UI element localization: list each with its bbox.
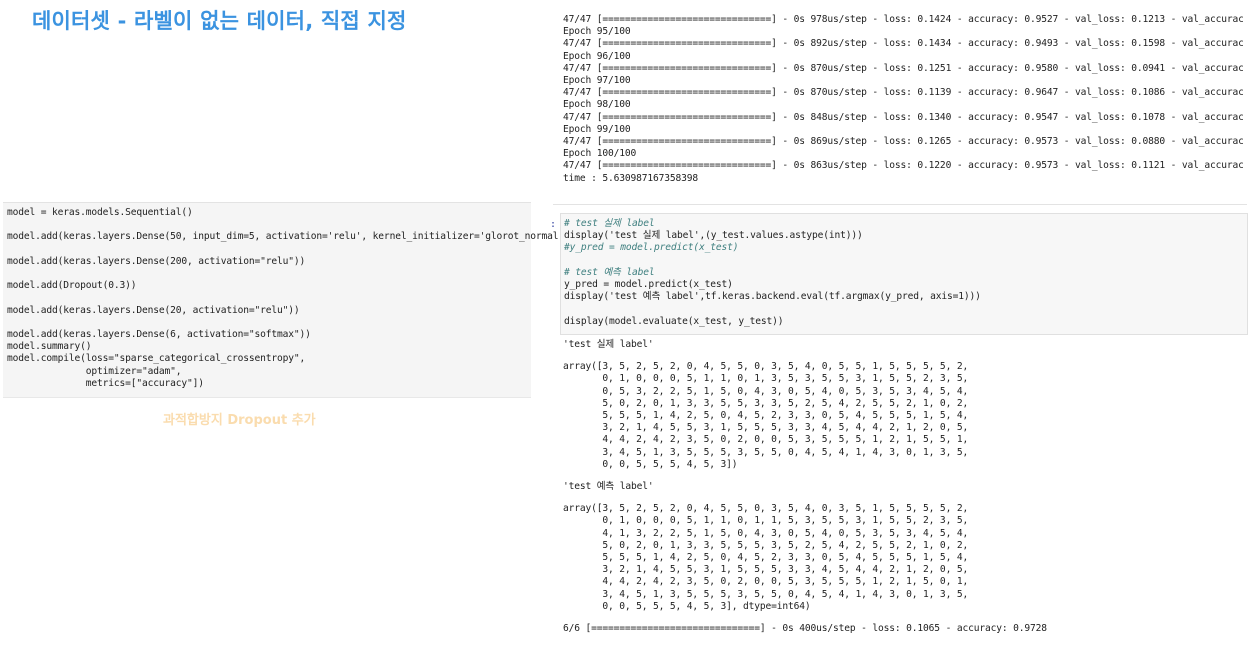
dropout-annotation: 과적합방지 Dropout 추가: [163, 413, 316, 428]
output-line: Epoch 98/100: [563, 99, 631, 111]
output-line: Epoch 96/100: [563, 50, 631, 62]
code-line: model.add(keras.layers.Dense(6, activati…: [7, 329, 311, 341]
code-editor[interactable]: model = keras.models.Sequential() model.…: [7, 207, 575, 390]
code-line: model.add(keras.layers.Dense(200, activa…: [7, 255, 306, 267]
code-line: model.add(keras.layers.Dense(20, activat…: [7, 304, 300, 316]
code-line: model = keras.models.Sequential(): [7, 207, 193, 218]
pred-array-line: 3, 2, 1, 4, 5, 5, 3, 1, 5, 5, 5, 3, 3, 4…: [563, 564, 969, 576]
code-line: model.add(keras.layers.Dense(50, input_d…: [7, 231, 576, 243]
pred-array-line: 4, 4, 2, 4, 2, 3, 5, 0, 2, 0, 0, 5, 3, 5…: [563, 576, 969, 588]
output-line: 47/47 [==============================] -…: [563, 87, 1243, 99]
code-line: model.compile(loss="sparse_categorical_c…: [7, 353, 306, 365]
pred-label-title: 'test 예측 label': [563, 481, 654, 493]
evaluate-output-line: 6/6 [==============================] - 0…: [563, 623, 1047, 635]
output-line: Epoch 99/100: [563, 123, 631, 135]
output-line: 47/47 [==============================] -…: [563, 14, 1243, 25]
actual-label-title: 'test 실제 label': [563, 339, 654, 350]
cell-divider: [553, 204, 1247, 205]
output-line: 47/47 [==============================] -…: [563, 62, 1243, 74]
actual-array-line: 0, 1, 0, 0, 0, 5, 1, 1, 0, 1, 3, 5, 3, 5…: [563, 373, 969, 385]
output-line: 47/47 [==============================] -…: [563, 160, 1243, 172]
evaluation-output: 'test 실제 label' array([3, 5, 2, 5, 2, 0,…: [563, 339, 1243, 635]
actual-array-line: 0, 0, 5, 5, 5, 4, 5, 3]): [563, 458, 738, 470]
actual-array-line: 3, 4, 5, 1, 3, 5, 5, 5, 3, 5, 5, 0, 4, 5…: [563, 446, 969, 458]
pred-array-line: 4, 1, 3, 2, 2, 5, 1, 5, 0, 4, 3, 0, 5, 4…: [563, 527, 969, 539]
pred-array-line: 3, 4, 5, 1, 3, 5, 5, 5, 3, 5, 5, 0, 4, 5…: [563, 588, 969, 600]
pred-array-line: 0, 0, 5, 5, 5, 4, 5, 3], dtype=int64): [563, 600, 811, 612]
actual-array-line: 0, 5, 3, 2, 2, 5, 1, 5, 0, 4, 3, 0, 5, 4…: [563, 385, 969, 397]
code-cell-evaluation[interactable]: # test 실제 label display('test 실제 label',…: [560, 213, 1248, 335]
output-line: 47/47 [==============================] -…: [563, 111, 1243, 123]
pred-array-line: 5, 0, 2, 0, 1, 3, 3, 5, 5, 5, 3, 5, 2, 5…: [563, 539, 969, 551]
output-line: Epoch 95/100: [563, 26, 631, 38]
output-line: Epoch 100/100: [563, 148, 637, 160]
output-line: 47/47 [==============================] -…: [563, 136, 1243, 148]
output-line: 47/47 [==============================] -…: [563, 38, 1243, 50]
actual-array-line: 4, 4, 2, 4, 2, 3, 5, 0, 2, 0, 0, 5, 3, 5…: [563, 434, 969, 446]
pred-array-line: array([3, 5, 2, 5, 2, 0, 4, 5, 5, 0, 3, …: [563, 503, 969, 515]
actual-array-line: 5, 5, 5, 1, 4, 2, 5, 0, 4, 5, 2, 3, 3, 0…: [563, 410, 969, 422]
page-title: 데이터셋 - 라벨이 없는 데이터, 직접 지정: [32, 9, 407, 33]
output-line: time : 5.630987167358398: [563, 172, 699, 184]
code-line: model.summary(): [7, 341, 92, 353]
code-line: y_pred = model.predict(x_test): [564, 279, 733, 291]
code-line: display('test 예측 label',tf.keras.backend…: [564, 291, 981, 303]
code-line: optimizer="adam",: [7, 365, 182, 377]
code-editor[interactable]: # test 실제 label display('test 실제 label',…: [564, 218, 981, 328]
training-output: 47/47 [==============================] -…: [563, 14, 1243, 200]
pred-array-line: 0, 1, 0, 0, 0, 5, 1, 1, 0, 1, 1, 5, 3, 5…: [563, 515, 969, 527]
output-line: Epoch 97/100: [563, 75, 631, 87]
actual-array-line: array([3, 5, 2, 5, 2, 0, 4, 5, 5, 0, 3, …: [563, 361, 969, 373]
code-line: display('test 실제 label',(y_test.values.a…: [564, 230, 863, 242]
actual-array-line: 5, 0, 2, 0, 1, 3, 3, 5, 5, 3, 3, 5, 2, 5…: [563, 397, 969, 409]
code-line: display(model.evaluate(x_test, y_test)): [564, 315, 784, 327]
code-line: model.add(Dropout(0.3)): [7, 280, 137, 292]
code-line: metrics=["accuracy"]): [7, 377, 204, 389]
pred-array-line: 5, 5, 5, 1, 4, 2, 5, 0, 4, 5, 2, 3, 3, 0…: [563, 552, 969, 564]
actual-array-line: 3, 2, 1, 4, 5, 5, 3, 1, 5, 5, 5, 3, 3, 4…: [563, 422, 969, 434]
code-comment: # test 실제 label: [564, 218, 655, 229]
cell-prompt: :: [550, 219, 557, 230]
code-comment: # test 예측 label: [564, 266, 655, 278]
code-comment: #y_pred = model.predict(x_test): [564, 242, 739, 254]
code-cell-model-definition[interactable]: model = keras.models.Sequential() model.…: [3, 202, 575, 398]
